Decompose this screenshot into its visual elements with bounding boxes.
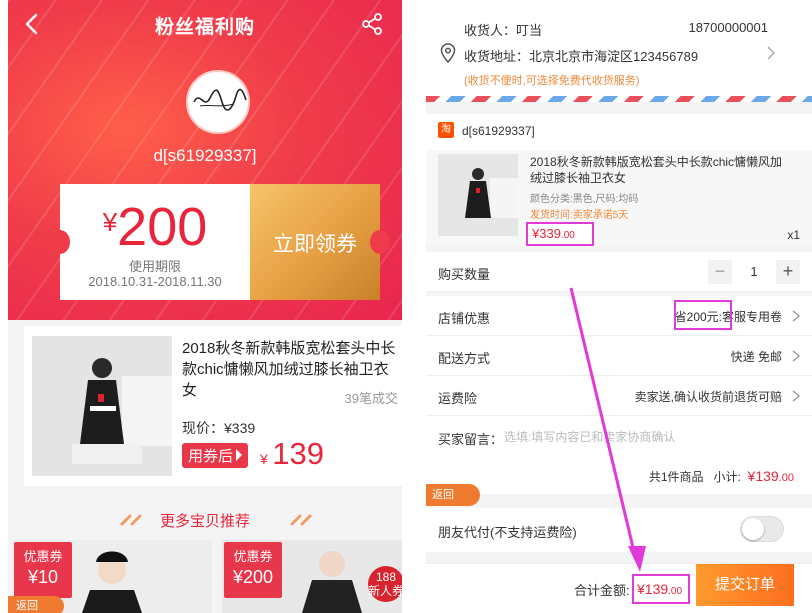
address-note: (收货不便时,可选择免费代收货服务) (464, 75, 640, 87)
back-floating-button[interactable]: 返回 (426, 484, 480, 506)
claim-coupon-label: 立即领券 (273, 233, 357, 256)
coupon-value-panel: ¥200 使用期限 2018.10.31-2018.11.30 (50, 184, 250, 300)
chevron-right-icon (767, 46, 776, 60)
receiver-name: 收货人：叮当 (464, 23, 543, 38)
coupon-page: 粉丝福利购 d[s61929337] ¥200 使用期限 2018.10.31-… (8, 0, 402, 613)
taobao-logo-icon: 淘 (438, 122, 454, 138)
shop-discount-row[interactable]: 店铺优惠 省200元:客服专用卷 (426, 296, 812, 336)
decrease-button[interactable]: − (708, 260, 732, 284)
coupon-amount: ¥200 (102, 197, 208, 257)
back-floating-button[interactable]: 返回 (8, 596, 64, 613)
friend-pay-toggle[interactable] (740, 516, 784, 542)
item-image (438, 154, 518, 236)
shop-avatar[interactable] (186, 70, 250, 134)
shop-name: d[s61929337] (462, 124, 535, 138)
total-price: ¥139.00 (632, 574, 690, 604)
order-item[interactable]: 2018秋冬新款韩版宽松套头中长款chic慵懒风加绒过膝长袖卫衣女 颜色分类:黑… (426, 150, 812, 246)
highlight-box (674, 300, 732, 330)
product-photo-icon (32, 336, 172, 476)
shop-name: d[s61929337] (153, 146, 257, 165)
envelope-border (426, 96, 812, 102)
subtotal-text: 共1件商品 小计: ¥139.00 (648, 468, 794, 484)
item-shipping-time: 发货时间:卖家承诺5天 (530, 210, 629, 221)
address-text: 收货地址：北京北京市海淀区123456789 (464, 49, 699, 64)
receiver-phone: 18700000001 (688, 20, 768, 35)
location-pin-icon (440, 43, 456, 63)
quantity-row: 购买数量 − 1 + (426, 252, 812, 292)
current-price: 现价：¥339 (182, 420, 256, 436)
item-price: ¥339.00 (526, 222, 594, 246)
coupon-validity-label: 使用期限 (128, 259, 181, 274)
badge-arrow-icon (236, 449, 243, 461)
increase-button[interactable]: + (776, 260, 800, 284)
coupon-card: ¥200 使用期限 2018.10.31-2018.11.30 立即领券 (50, 184, 390, 300)
product-card[interactable]: 2018秋冬新款韩版宽松套头中长款chic慵懒风加绒过膝长袖卫衣女 39笔成交 … (24, 326, 402, 486)
checkout-bar: 合计金额: ¥139.00 提交订单 (426, 563, 812, 613)
product-image (32, 336, 172, 476)
chevron-right-icon (792, 390, 800, 402)
page-title: 粉丝福利购 (154, 17, 255, 38)
more-recommendations-title: 更多宝贝推荐 (159, 513, 250, 530)
shipping-insurance-value: 卖家送,确认收货前退货可赔 (634, 390, 782, 404)
buyer-message-row: 买家留言： (426, 416, 812, 458)
coupon-badge: 优惠券 ¥10 (14, 542, 72, 598)
after-coupon-badge: 用券后 (182, 443, 249, 468)
buyer-message-input[interactable] (504, 427, 784, 447)
coupon-dates: 2018.10.31-2018.11.30 (88, 274, 222, 289)
item-title: 2018秋冬新款韩版宽松套头中长款chic慵懒风加绒过膝长袖卫衣女 (530, 155, 783, 185)
delivery-value: 快递 免邮 (730, 350, 782, 364)
top-nav-bar: 粉丝福利购 (8, 0, 402, 48)
chevron-right-icon (792, 310, 800, 322)
subtotal-row: 共1件商品 小计: ¥139.00 (426, 458, 812, 494)
sold-count: 39笔成交 (344, 391, 398, 406)
quantity-stepper[interactable]: − 1 + (708, 260, 800, 284)
address-card[interactable]: 收货人：叮当 18700000001 收货地址：北京北京市海淀区12345678… (426, 0, 812, 96)
after-coupon-price: ¥ 139 (260, 436, 324, 471)
claim-coupon-button[interactable]: 立即领券 (250, 184, 390, 300)
friend-pay-row: 朋友代付(不支持运费险) (426, 508, 812, 552)
new-user-coupon-badge[interactable]: 188 新人券 (368, 566, 402, 602)
chevron-right-icon (792, 350, 800, 362)
item-spec: 颜色分类:黑色,尺码:均码 (530, 194, 639, 205)
signature-logo-icon (193, 88, 247, 111)
delivery-row[interactable]: 配送方式 快递 免邮 (426, 336, 812, 376)
quantity-value: 1 (750, 264, 758, 279)
total-label: 合计金额: (574, 583, 630, 598)
shipping-insurance-row[interactable]: 运费险 卖家送,确认收货前退货可赔 (426, 376, 812, 416)
shop-row[interactable]: 淘 d[s61929337] (426, 114, 812, 150)
submit-order-button[interactable]: 提交订单 (696, 564, 794, 606)
leaf-decoration-icon (290, 514, 312, 526)
more-recommendations-header: 更多宝贝推荐 (8, 500, 402, 540)
item-photo-icon (438, 154, 518, 236)
order-confirm-page: 收货人：叮当 18700000001 收货地址：北京北京市海淀区12345678… (426, 0, 812, 613)
item-quantity: x1 (787, 228, 800, 242)
coupon-badge: 优惠券 ¥200 (224, 542, 282, 598)
share-icon[interactable] (360, 12, 384, 36)
